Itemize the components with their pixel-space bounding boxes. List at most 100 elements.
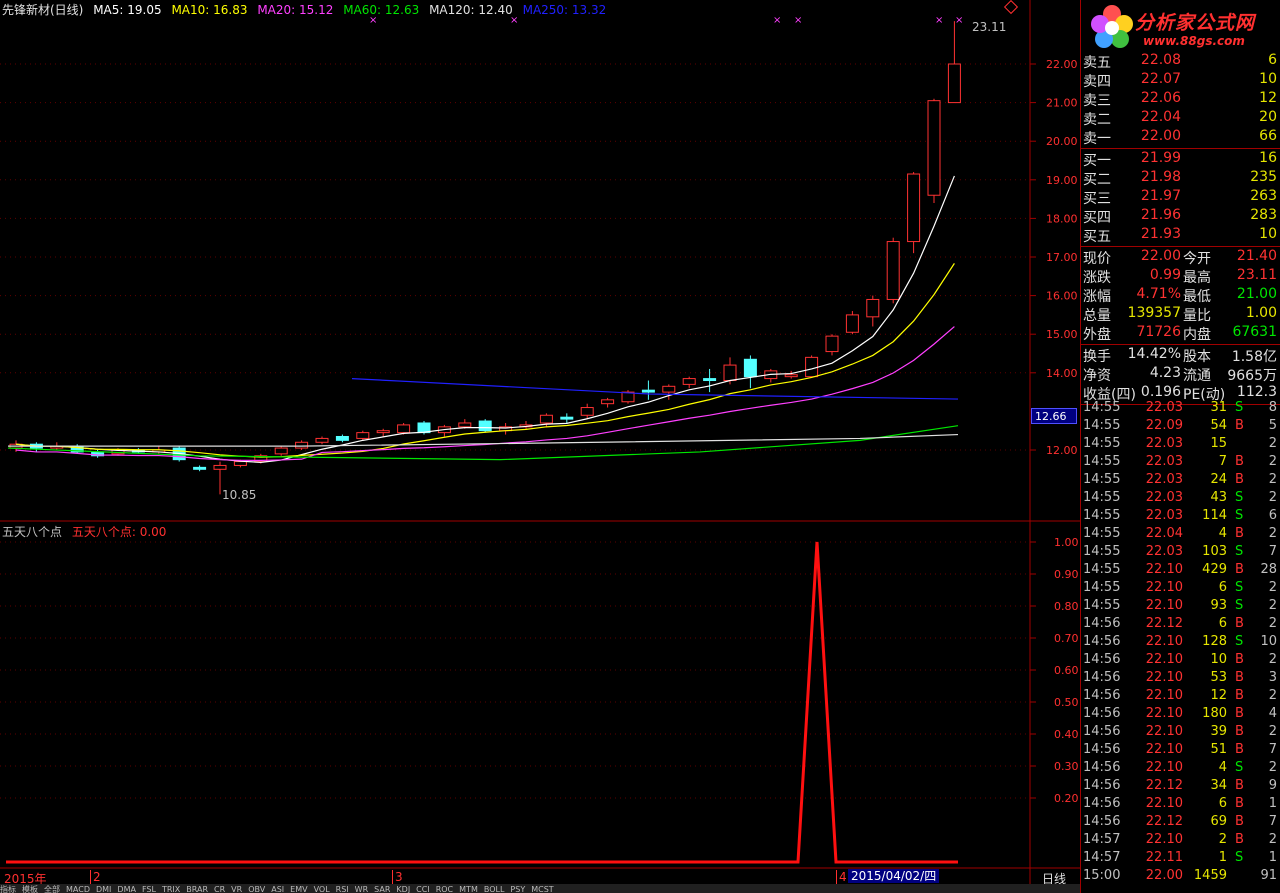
kline-chart-area[interactable]: 22.00 21.00 20.00 19.00 18.00 17.00 16.00 15.00… (0, 0, 1080, 893)
tick-time: 14:55 (1083, 526, 1121, 541)
tick-row[interactable]: 14:56 22.10 51 B 7 (1083, 742, 1279, 760)
indicator-tab[interactable]: VOL (314, 885, 330, 893)
bid-label: 买二 (1083, 172, 1111, 188)
tick-volume: 6 (1218, 616, 1227, 631)
tick-count: 2 (1268, 436, 1277, 451)
candle-body (233, 461, 247, 466)
indicator-tab[interactable]: KDJ (396, 885, 410, 893)
indicator-tab[interactable]: VR (231, 885, 242, 893)
indicator-tab[interactable]: CCI (416, 885, 430, 893)
indicator-tab[interactable]: RSI (336, 885, 349, 893)
bid-row: 买二 21.98 235 (1083, 169, 1279, 188)
indicator-tab[interactable]: 全部 (44, 885, 60, 893)
indicator-tab[interactable]: FSL (142, 885, 156, 893)
tick-row[interactable]: 14:55 22.04 4 B 2 (1083, 526, 1279, 544)
tick-row[interactable]: 14:55 22.03 43 S 2 (1083, 490, 1279, 508)
ma-legend: 先锋新材(日线) MA5: 19.05 MA10: 16.83 MA20: 15… (2, 1, 612, 18)
bid-price: 21.97 (1140, 188, 1181, 204)
tick-row[interactable]: 14:55 22.03 24 B 2 (1083, 472, 1279, 490)
tick-row[interactable]: 14:56 22.12 34 B 9 (1083, 778, 1279, 796)
chart-title: 先锋新材(日线) (2, 3, 84, 17)
tick-row[interactable]: 14:55 22.10 429 B 28 (1083, 562, 1279, 580)
tick-row[interactable]: 15:00 22.00 1459 91 (1083, 868, 1279, 886)
tick-price: 22.10 (1145, 742, 1183, 757)
tick-row[interactable]: 14:55 22.03 103 S 7 (1083, 544, 1279, 562)
indicator-tab[interactable]: BOLL (484, 885, 505, 893)
tick-price: 22.10 (1145, 634, 1183, 649)
tick-direction: B (1235, 742, 1244, 757)
tick-count: 2 (1268, 490, 1277, 505)
tick-row[interactable]: 14:56 22.10 39 B 2 (1083, 724, 1279, 742)
indicator-tab[interactable]: DMI (96, 885, 111, 893)
info-value: 4.23 (1149, 365, 1181, 381)
indicator-tab-bar[interactable]: 指标 模板 全部 MACD DMI DMA FSL TRIX BRAR CR VR OBV ASI EMV… (0, 884, 1080, 893)
indicator-tab[interactable]: SAR (374, 885, 390, 893)
indicator-tab[interactable]: TRIX (162, 885, 180, 893)
tick-row[interactable]: 14:57 22.10 2 B 2 (1083, 832, 1279, 850)
tick-row[interactable]: 14:56 22.10 180 B 4 (1083, 706, 1279, 724)
indicator-tab[interactable]: CR (214, 885, 225, 893)
tick-row[interactable]: 14:55 22.03 31 S 8 (1083, 400, 1279, 418)
indicator-name: 五天八个点 (2, 525, 63, 539)
tick-direction: B (1235, 832, 1244, 847)
tick-time: 14:55 (1083, 418, 1121, 433)
bid-volume: 16 (1259, 150, 1277, 166)
tick-row[interactable]: 14:55 22.10 6 S 2 (1083, 580, 1279, 598)
ask-price: 22.07 (1140, 71, 1181, 87)
tick-row[interactable]: 14:56 22.12 69 B 7 (1083, 814, 1279, 832)
tick-volume: 43 (1210, 490, 1227, 505)
indicator-tab[interactable]: MTM (459, 885, 478, 893)
tick-row[interactable]: 14:56 22.10 6 B 1 (1083, 796, 1279, 814)
tick-row[interactable]: 14:56 22.10 12 B 2 (1083, 688, 1279, 706)
candle-body (927, 100, 941, 196)
indicator-tab[interactable]: PSY (510, 885, 525, 893)
tick-row[interactable]: 14:56 22.12 6 B 2 (1083, 616, 1279, 634)
indicator-tab[interactable]: EMV (290, 885, 307, 893)
tick-price: 22.04 (1145, 526, 1183, 541)
tick-row[interactable]: 14:55 22.03 15 2 (1083, 436, 1279, 454)
stat-row: 总量 139357 量比 1.00 (1083, 305, 1279, 324)
indicator-tab[interactable]: OBV (248, 885, 265, 893)
bid-price: 21.96 (1140, 207, 1181, 223)
candle-body (376, 430, 390, 434)
tick-time: 14:55 (1083, 454, 1121, 469)
indicator-tab[interactable]: ASI (271, 885, 284, 893)
stat-key: 最低 (1183, 289, 1211, 305)
indicator-tab[interactable]: 指标 (0, 885, 16, 893)
tick-time: 14:55 (1083, 562, 1121, 577)
tick-price: 22.12 (1145, 616, 1183, 631)
tick-volume: 4 (1218, 760, 1227, 775)
ask-label: 卖二 (1083, 112, 1111, 128)
indicator-tick-label: 0.60 (1054, 664, 1079, 677)
indicator-tab[interactable]: WR (355, 885, 368, 893)
tick-row[interactable]: 14:56 22.10 10 B 2 (1083, 652, 1279, 670)
chart-canvas[interactable]: 22.0021.0020.0019.0018.0017.0016.0015.00… (0, 0, 1080, 884)
tick-direction: B (1235, 778, 1244, 793)
indicator-tab[interactable]: BRAR (186, 885, 208, 893)
tick-row[interactable]: 14:55 22.03 7 B 2 (1083, 454, 1279, 472)
ask-volume: 12 (1259, 90, 1277, 106)
tick-row[interactable]: 14:56 22.10 4 S 2 (1083, 760, 1279, 778)
tick-time: 14:55 (1083, 472, 1121, 487)
tick-time: 14:55 (1083, 490, 1121, 505)
indicator-tab[interactable]: DMA (117, 885, 136, 893)
tick-row[interactable]: 14:55 22.10 93 S 2 (1083, 598, 1279, 616)
stat-value: 23.11 (1236, 267, 1277, 283)
indicator-tab[interactable]: ROC (436, 885, 453, 893)
tick-volume: 34 (1210, 778, 1227, 793)
price-tick-label: 19.00 (1046, 174, 1078, 187)
indicator-tick-label: 0.80 (1054, 600, 1079, 613)
price-tick-label: 16.00 (1046, 290, 1078, 303)
tick-row[interactable]: 14:56 22.10 128 S 10 (1083, 634, 1279, 652)
tick-row[interactable]: 14:55 22.09 54 B 5 (1083, 418, 1279, 436)
indicator-tab[interactable]: MACD (66, 885, 90, 893)
tick-row[interactable]: 14:55 22.03 114 S 6 (1083, 508, 1279, 526)
tick-row[interactable]: 14:56 22.10 53 B 3 (1083, 670, 1279, 688)
info-value: 9665万 (1227, 368, 1277, 384)
tick-row[interactable]: 14:57 22.11 1 S 1 (1083, 850, 1279, 868)
indicator-tab[interactable]: 模板 (22, 885, 38, 893)
tick-time: 14:57 (1083, 832, 1121, 847)
stat-value: 22.00 (1140, 248, 1181, 264)
indicator-tab[interactable]: MCST (531, 885, 553, 893)
signal-marker: × (935, 15, 943, 26)
